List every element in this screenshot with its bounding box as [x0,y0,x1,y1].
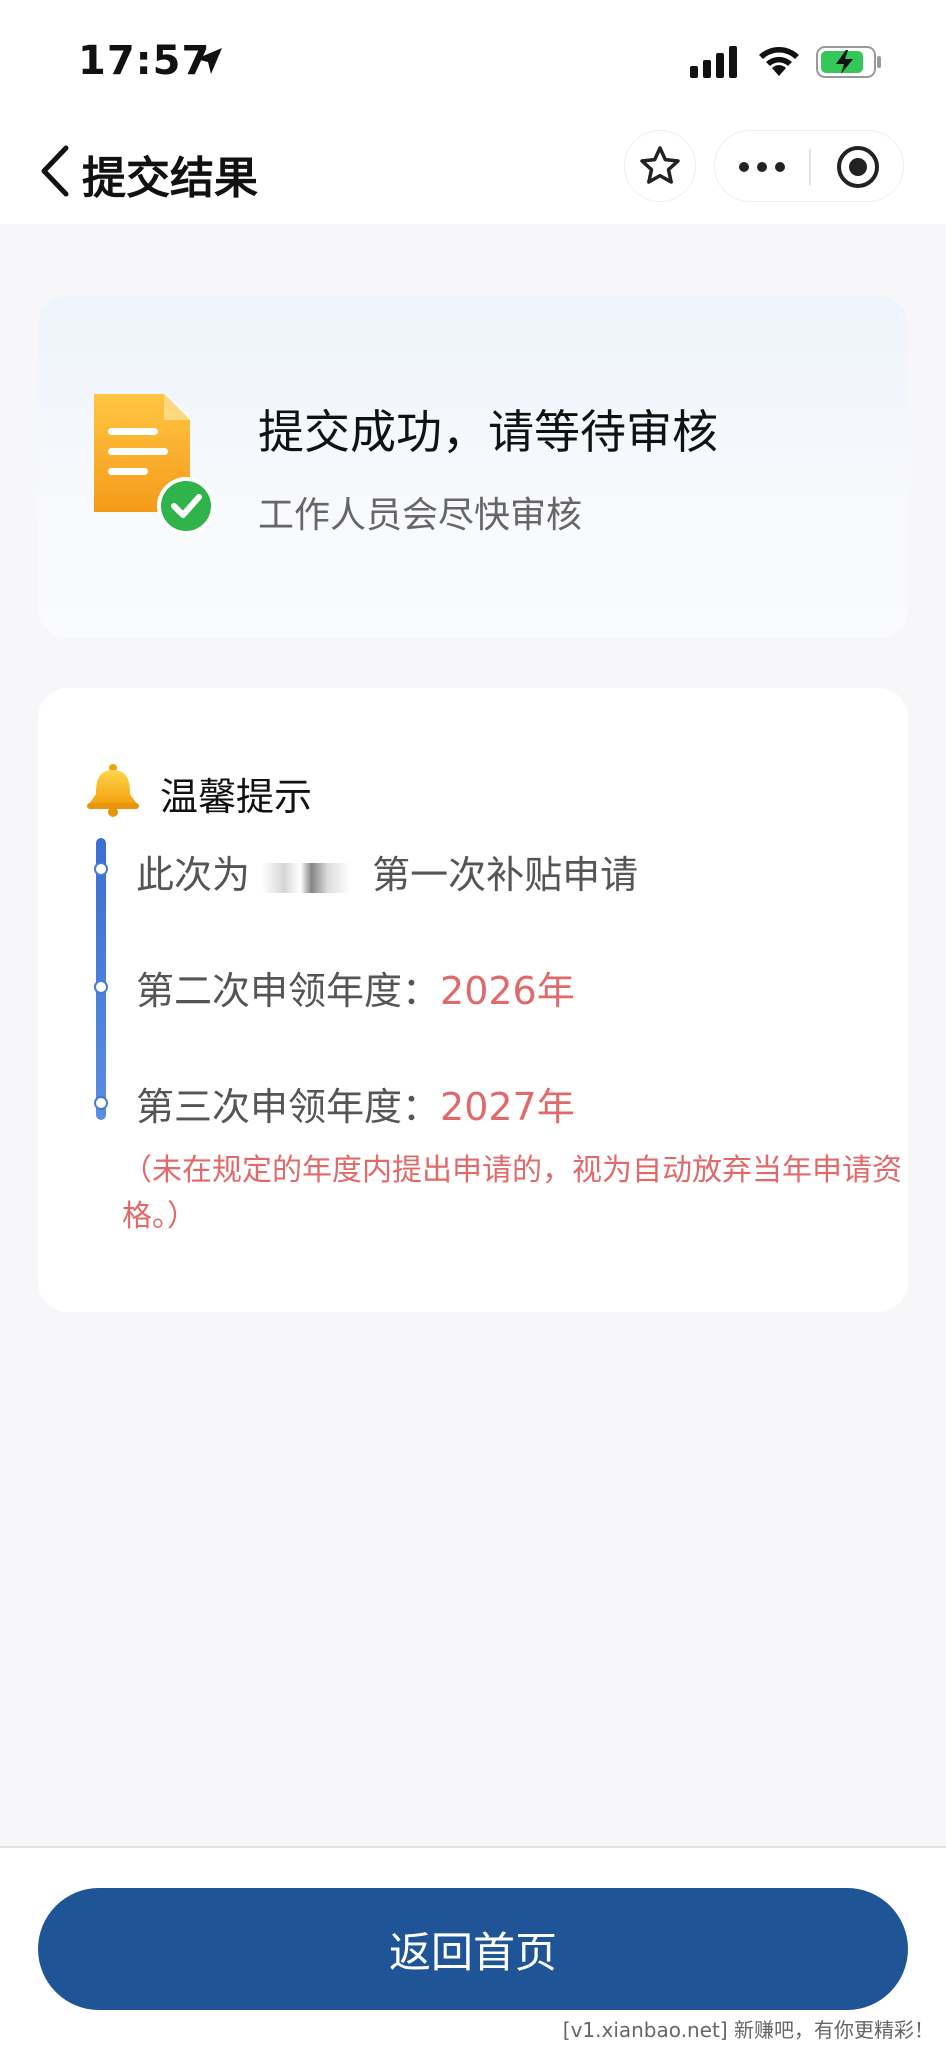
cellular-signal-icon [690,46,737,78]
tip-third-year: 第三次申领年度：2027年 [136,1076,575,1131]
more-dots-icon [739,162,785,172]
tip-first-prefix: 此次为 [136,853,251,897]
tip-second-year-value: 2026年 [440,969,575,1013]
favorite-button[interactable] [624,130,696,202]
timeline-bar [96,838,106,1120]
status-bar: 17:57 [0,0,946,120]
result-card: 提交成功，请等待审核 工作人员会尽快审核 [38,296,908,638]
tip-first-application: 此次为 第一次补贴申请 [136,844,638,899]
nav-bar: 提交结果 [0,120,946,224]
more-menu-button[interactable] [715,131,809,203]
success-title: 提交成功，请等待审核 [258,405,718,459]
timeline-dot [94,1096,108,1110]
bell-icon [87,764,139,817]
battery-charging-icon [816,46,881,78]
success-subtitle: 工作人员会尽快审核 [258,495,583,536]
timeline-dot [94,980,108,994]
location-arrow-icon [196,48,222,74]
redacted-name-blur [262,862,373,893]
tip-third-label: 第三次申领年度： [136,1085,441,1129]
tip-second-year: 第二次申领年度：2026年 [136,960,575,1015]
wifi-icon [759,47,799,76]
mini-program-capsule [714,130,904,202]
page-title: 提交结果 [82,153,258,204]
tip-second-label: 第二次申领年度： [136,969,441,1013]
back-chevron-icon[interactable] [38,144,72,198]
star-icon [640,146,680,184]
tips-notice: （未在规定的年度内提出申请的，视为自动放弃当年申请资格。） [122,1153,902,1234]
status-time: 17:57 [78,38,211,84]
tips-card: 温馨提示 此次为 第一次补贴申请 第二次申领年度：2026年 第三次申领年度：2… [38,688,908,1312]
tip-first-suffix: 第一次补贴申请 [372,853,639,897]
document-success-icon [94,394,215,535]
target-circle-icon [837,146,879,188]
close-mini-program-button[interactable] [811,131,905,203]
return-home-button[interactable]: 返回首页 [38,1888,908,2010]
tip-third-year-value: 2027年 [440,1085,575,1129]
tips-heading: 温馨提示 [160,775,313,819]
timeline-dot [94,862,108,876]
watermark: [v1.xianbao.net] 新赚吧，有你更精彩！ [562,2014,934,2043]
